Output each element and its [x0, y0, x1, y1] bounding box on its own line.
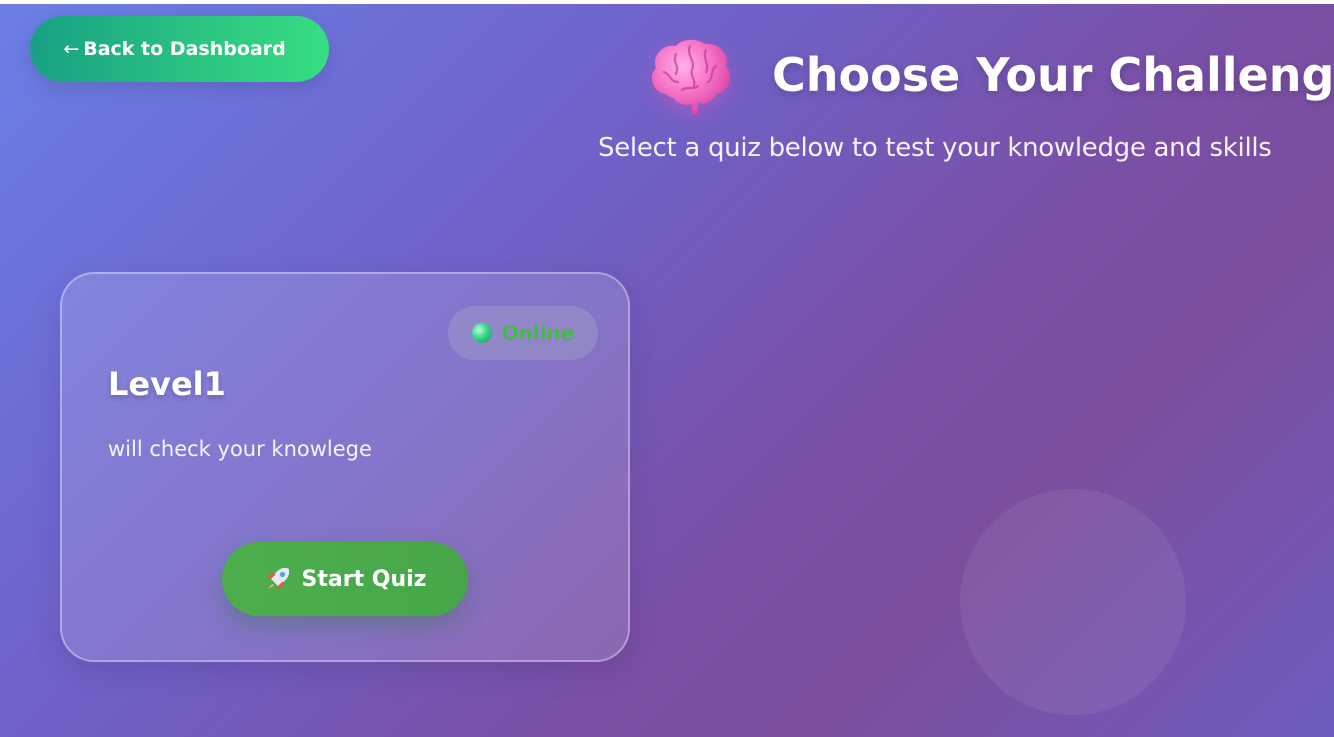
status-text: Online [501, 321, 575, 345]
back-to-dashboard-button[interactable]: ← Back to Dashboard [30, 16, 329, 82]
quiz-card: Online Level1 will check your knowlege S… [60, 272, 630, 662]
page-title: Choose Your Challenge [772, 48, 1334, 102]
quiz-title: Level1 [108, 365, 226, 403]
start-quiz-label: Start Quiz [301, 566, 427, 592]
green-dot-icon [471, 323, 492, 343]
decorative-circle [960, 489, 1186, 715]
start-quiz-button[interactable]: Start Quiz [222, 542, 468, 616]
top-border [0, 0, 1334, 4]
brain-icon [651, 39, 731, 115]
status-badge: Online [448, 306, 598, 360]
rocket-icon [266, 568, 289, 590]
back-arrow-icon: ← [63, 38, 80, 60]
page-subtitle: Select a quiz below to test your knowled… [598, 133, 1272, 163]
back-button-label: Back to Dashboard [83, 38, 286, 60]
quiz-description: will check your knowlege [108, 437, 372, 461]
